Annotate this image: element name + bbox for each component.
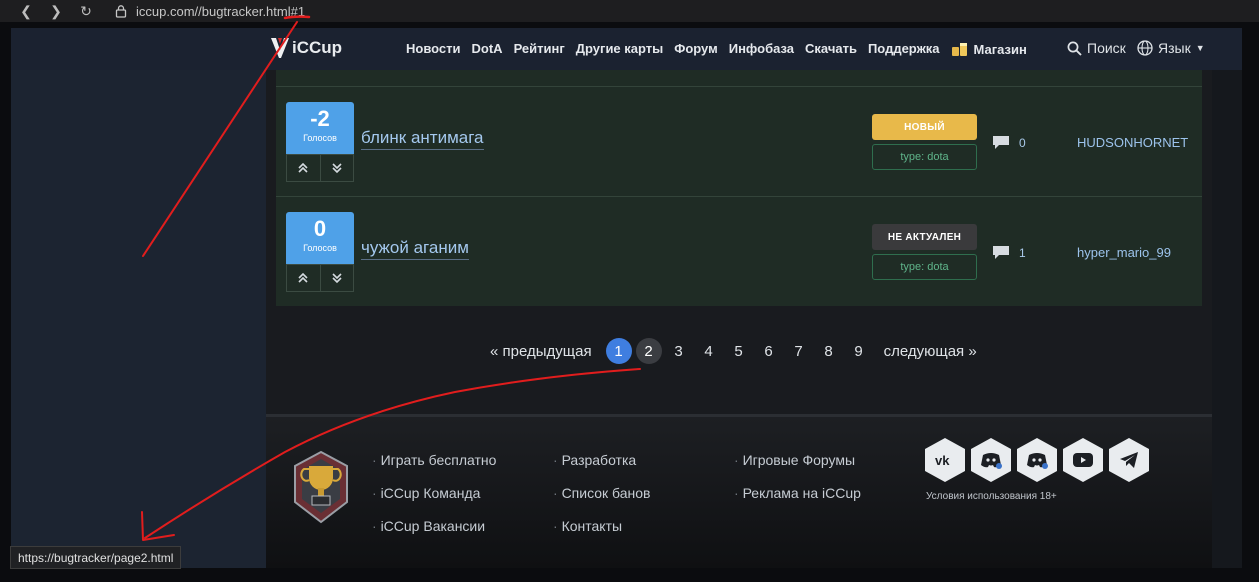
address-text: iccup.com//bugtracker.html#1 bbox=[136, 3, 306, 19]
comment-icon bbox=[993, 246, 1009, 259]
downvote-button[interactable] bbox=[321, 265, 354, 291]
nav-item-download[interactable]: Скачать bbox=[805, 41, 857, 57]
table-row: 0 Голосов чужой аганим НЕ АКТУАЛЕН type:… bbox=[276, 196, 1202, 306]
nav-item-shop[interactable]: Магазин bbox=[951, 41, 1027, 57]
back-icon[interactable]: ❮ bbox=[18, 3, 34, 19]
footer-link-jobs[interactable]: iCCup Вакансии bbox=[372, 510, 496, 543]
discord-home-icon[interactable] bbox=[971, 438, 1011, 482]
vote-count: -2 bbox=[310, 106, 330, 131]
footer-col-2: Разработка Список банов Контакты bbox=[553, 444, 651, 543]
discord-settings-icon[interactable] bbox=[1017, 438, 1057, 482]
bug-title-link[interactable]: чужой аганим bbox=[361, 238, 469, 260]
status-badge: НЕ АКТУАЛЕН bbox=[872, 224, 977, 250]
page-3[interactable]: 3 bbox=[664, 343, 694, 360]
trophy-emblem-icon bbox=[294, 450, 348, 524]
site-logo[interactable]: iCCup bbox=[270, 36, 342, 60]
logo-mark-icon bbox=[271, 38, 289, 58]
page-4[interactable]: 4 bbox=[694, 343, 724, 360]
author-link[interactable]: hyper_mario_99 bbox=[1077, 245, 1171, 260]
page-8[interactable]: 8 bbox=[814, 343, 844, 360]
globe-icon bbox=[1137, 40, 1153, 56]
search-button[interactable]: Поиск bbox=[1067, 40, 1126, 56]
address-bar[interactable]: iccup.com//bugtracker.html#1 bbox=[114, 4, 305, 19]
screenshot-root: ❮ ❯ ↻ iccup.com//bugtracker.html#1 iCCup… bbox=[0, 0, 1259, 582]
nav-item-forum[interactable]: Форум bbox=[674, 41, 717, 57]
nav-item-support[interactable]: Поддержка bbox=[868, 41, 940, 57]
vote-counter: 0 Голосов bbox=[286, 212, 354, 264]
page-1[interactable]: 1 bbox=[605, 338, 632, 364]
nav-shop-label: Магазин bbox=[973, 41, 1027, 57]
browser-status-bar: https://bugtracker/page2.html bbox=[10, 546, 182, 569]
page-2[interactable]: 2 bbox=[635, 338, 662, 364]
comment-count-value: 0 bbox=[1019, 135, 1026, 150]
search-icon bbox=[1067, 41, 1082, 56]
table-row: -2 Голосов блинк антимага НОВЫЙ type: do… bbox=[276, 86, 1202, 196]
pagination-prev[interactable]: « предыдущая bbox=[490, 343, 592, 360]
double-chevron-up-icon bbox=[298, 272, 308, 283]
footer-link-advertising[interactable]: Реклама на iCCup bbox=[734, 477, 861, 510]
language-selector[interactable]: Язык ▼ bbox=[1137, 40, 1205, 56]
footer-link-contacts[interactable]: Контакты bbox=[553, 510, 650, 543]
footer-col-1: Играть бесплатно iCCup Команда iCCup Вак… bbox=[372, 444, 497, 543]
terms-link[interactable]: Условия использования 18+ bbox=[926, 491, 1057, 502]
coins-icon bbox=[951, 43, 967, 56]
page-9[interactable]: 9 bbox=[844, 343, 874, 360]
pagination: « предыдущая 1 2 3 4 5 6 7 8 9 следующая… bbox=[490, 338, 977, 364]
telegram-icon[interactable] bbox=[1109, 438, 1149, 482]
reload-icon[interactable]: ↻ bbox=[78, 3, 94, 19]
language-label: Язык bbox=[1158, 40, 1191, 56]
double-chevron-down-icon bbox=[332, 163, 342, 174]
forward-icon[interactable]: ❯ bbox=[48, 3, 64, 19]
footer-link-team[interactable]: iCCup Команда bbox=[372, 477, 496, 510]
vote-controls bbox=[286, 154, 354, 182]
vote-label: Голосов bbox=[303, 243, 337, 253]
upvote-button[interactable] bbox=[287, 265, 321, 291]
upvote-button[interactable] bbox=[287, 155, 321, 181]
browser-toolbar: ❮ ❯ ↻ iccup.com//bugtracker.html#1 bbox=[0, 0, 1259, 22]
footer-link-development[interactable]: Разработка bbox=[553, 444, 650, 477]
footer-link-game-forums[interactable]: Игровые Форумы bbox=[734, 444, 861, 477]
status-badge: НОВЫЙ bbox=[872, 114, 977, 140]
lock-icon bbox=[115, 5, 127, 18]
double-chevron-down-icon bbox=[332, 273, 342, 284]
comment-count[interactable]: 1 bbox=[992, 245, 1026, 260]
nav-item-other-maps[interactable]: Другие карты bbox=[576, 41, 663, 57]
page-5[interactable]: 5 bbox=[724, 343, 754, 360]
pagination-next[interactable]: следующая » bbox=[884, 343, 977, 360]
left-gutter bbox=[11, 28, 266, 568]
footer-col-3: Игровые Форумы Реклама на iCCup bbox=[734, 444, 861, 510]
double-chevron-up-icon bbox=[298, 162, 308, 173]
page-6[interactable]: 6 bbox=[754, 343, 784, 360]
nav-item-dota[interactable]: DotA bbox=[472, 41, 503, 57]
table-row bbox=[276, 70, 1202, 86]
bug-title-link[interactable]: блинк антимага bbox=[361, 128, 484, 150]
vote-count: 0 bbox=[313, 216, 327, 241]
type-badge: type: dota bbox=[872, 254, 977, 280]
nav-item-rating[interactable]: Рейтинг bbox=[514, 41, 565, 57]
footer-link-play-free[interactable]: Играть бесплатно bbox=[372, 444, 497, 477]
footer-link-ban-list[interactable]: Список банов bbox=[553, 477, 651, 510]
chevron-down-icon: ▼ bbox=[1195, 43, 1205, 53]
page-7[interactable]: 7 bbox=[784, 343, 814, 360]
search-label: Поиск bbox=[1087, 40, 1126, 56]
youtube-icon[interactable] bbox=[1063, 438, 1103, 482]
type-badge: type: dota bbox=[872, 144, 977, 170]
vote-label: Голосов bbox=[303, 133, 337, 143]
downvote-button[interactable] bbox=[321, 155, 354, 181]
comment-count[interactable]: 0 bbox=[992, 135, 1026, 150]
right-gutter bbox=[1212, 28, 1242, 568]
vk-icon[interactable]: vk bbox=[925, 438, 965, 482]
vote-controls bbox=[286, 264, 354, 292]
nav-item-news[interactable]: Новости bbox=[406, 41, 461, 57]
social-links: vk bbox=[925, 438, 1149, 482]
logo-text: iCCup bbox=[292, 38, 343, 57]
nav-item-infobase[interactable]: Инфобаза bbox=[729, 41, 794, 57]
vote-counter: -2 Голосов bbox=[286, 102, 354, 154]
comment-icon bbox=[993, 136, 1009, 149]
author-link[interactable]: HUDSONHORNET bbox=[1077, 135, 1188, 150]
svg-text:vk: vk bbox=[935, 453, 950, 467]
comment-count-value: 1 bbox=[1019, 245, 1026, 260]
main-menu: Новости DotA Рейтинг Другие карты Форум … bbox=[406, 41, 1027, 57]
